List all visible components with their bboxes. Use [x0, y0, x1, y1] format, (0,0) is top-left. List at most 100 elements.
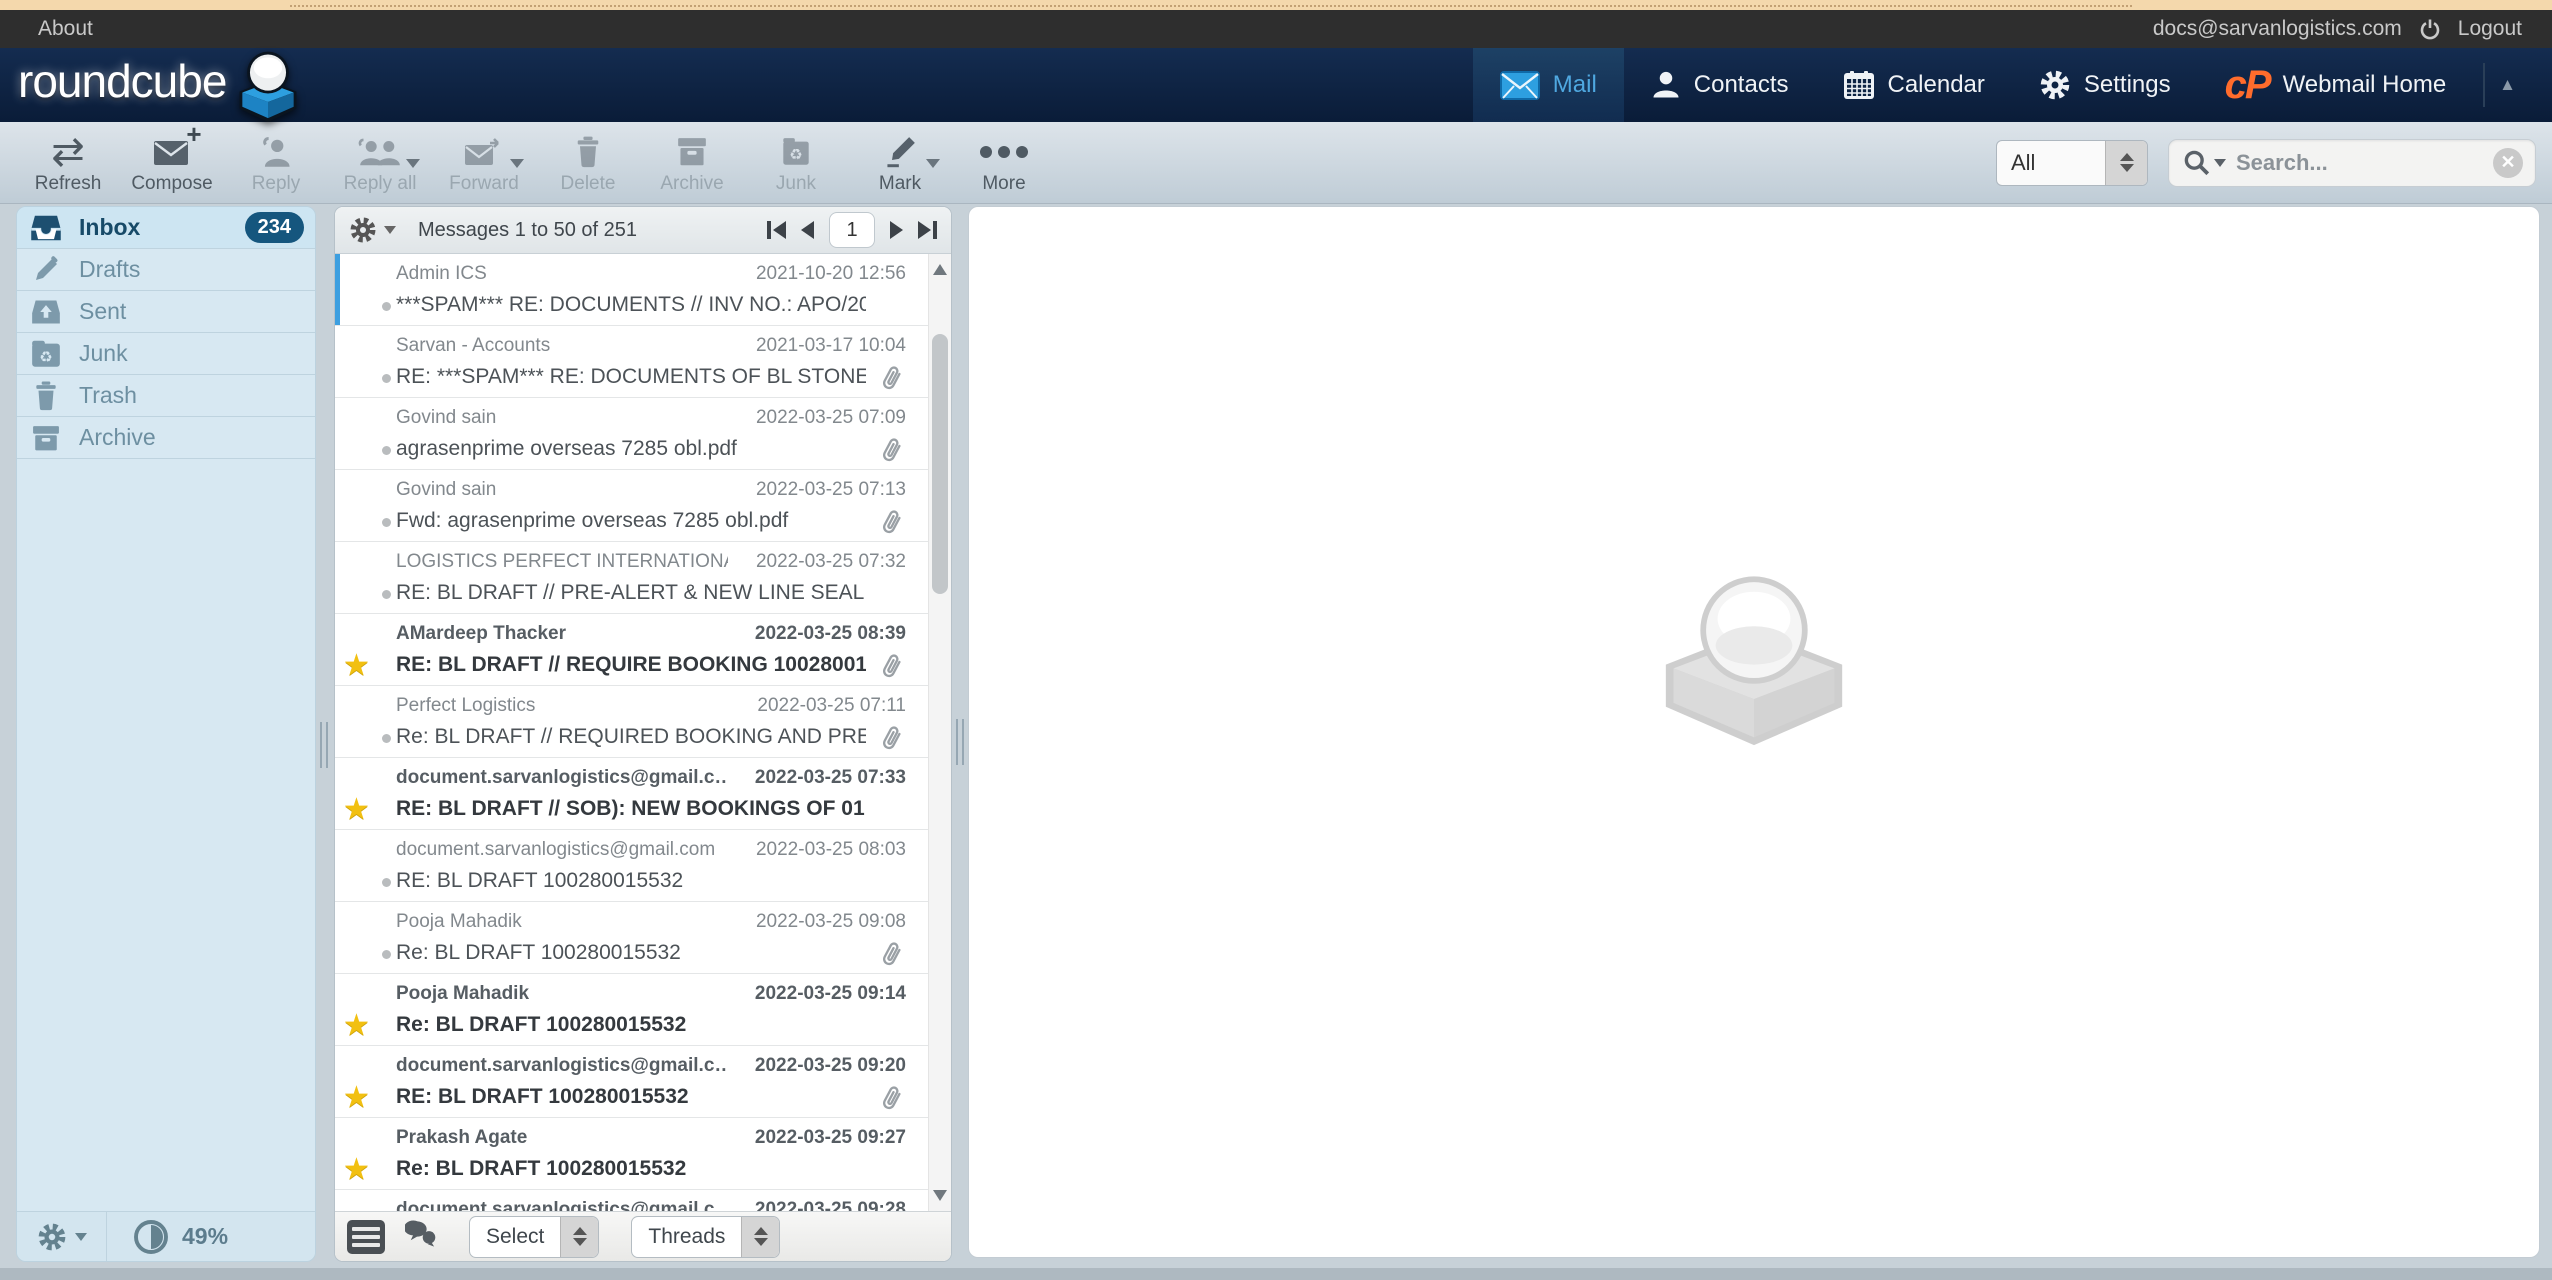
- read-dot-icon[interactable]: [382, 518, 391, 527]
- folder-sent-label: Sent: [79, 298, 126, 325]
- refresh-icon: ⇄: [51, 131, 85, 173]
- nav-calendar[interactable]: Calendar: [1816, 48, 2012, 122]
- scrollbar-thumb[interactable]: [932, 334, 948, 594]
- quota-circle-icon: [133, 1219, 169, 1255]
- compose-button[interactable]: + Compose: [120, 125, 224, 201]
- flag-star-icon[interactable]: ★: [343, 1008, 370, 1043]
- message-row[interactable]: ★ Govind sain 2022-03-25 07:09 agrasenpr…: [335, 398, 928, 470]
- nav-mail[interactable]: Mail: [1473, 48, 1624, 122]
- search-input[interactable]: [2236, 150, 2493, 176]
- roundcube-watermark-icon: [1639, 560, 1869, 779]
- more-button[interactable]: More: [952, 125, 1056, 201]
- read-dot-icon[interactable]: [382, 302, 391, 311]
- collapse-arrow-icon[interactable]: ▲: [2499, 75, 2516, 95]
- message-row[interactable]: ★ LOGISTICS PERFECT INTERNATIONAL 2022-0…: [335, 542, 928, 614]
- folder-drafts[interactable]: Drafts: [17, 249, 315, 291]
- message-row[interactable]: ★ document.sarvanlogistics@gmail.c… 2022…: [335, 1046, 928, 1118]
- message-subject: RE: ***SPAM*** RE: DOCUMENTS OF BL STONE…: [396, 365, 866, 389]
- sidebar-splitter-handle[interactable]: [320, 722, 328, 768]
- page-number-input[interactable]: [829, 212, 875, 248]
- message-row[interactable]: ★ document.sarvanlogistics@gmail.c… 2022…: [335, 1190, 928, 1211]
- message-row[interactable]: ★ AMardeep Thacker 2022-03-25 08:39 RE: …: [335, 614, 928, 686]
- nav-settings[interactable]: Settings: [2012, 48, 2198, 122]
- message-sender: LOGISTICS PERFECT INTERNATIONAL: [396, 551, 728, 573]
- last-page-button[interactable]: [918, 221, 937, 239]
- junk-button[interactable]: ♻ Junk: [744, 125, 848, 201]
- delete-button[interactable]: Delete: [536, 125, 640, 201]
- attachment-paperclip-icon: [880, 724, 904, 757]
- message-rows-viewport: ★ Admin ICS 2021-10-20 12:56 ***SPAM*** …: [335, 254, 951, 1211]
- list-view-mode-icon[interactable]: [347, 1220, 385, 1254]
- next-page-button[interactable]: [890, 221, 903, 239]
- first-page-button[interactable]: [767, 221, 786, 239]
- message-subject: Re: BL DRAFT // REQUIRED BOOKING AND PRE…: [396, 725, 866, 749]
- list-options-button[interactable]: [349, 216, 396, 244]
- read-dot-icon[interactable]: [382, 734, 391, 743]
- select-dropdown[interactable]: Select: [469, 1216, 599, 1258]
- message-date: 2022-03-25 09:27: [755, 1127, 906, 1149]
- folder-junk[interactable]: ♻ Junk: [17, 333, 315, 375]
- threads-bubbles-icon[interactable]: [405, 1220, 437, 1253]
- reply-button[interactable]: Reply: [224, 125, 328, 201]
- prev-page-button[interactable]: [801, 221, 814, 239]
- search-clear-icon[interactable]: ✕: [2493, 148, 2523, 178]
- threads-dropdown[interactable]: Threads: [631, 1216, 780, 1258]
- folder-trash[interactable]: Trash: [17, 375, 315, 417]
- message-row[interactable]: ★ Pooja Mahadik 2022-03-25 09:08 Re: BL …: [335, 902, 928, 974]
- search-icon: [2183, 149, 2210, 176]
- message-subject: RE: BL DRAFT // PRE-ALERT & NEW LINE SEA…: [396, 581, 866, 605]
- message-row[interactable]: ★ Admin ICS 2021-10-20 12:56 ***SPAM*** …: [335, 254, 928, 326]
- read-dot-icon[interactable]: [382, 590, 391, 599]
- message-date: 2022-03-25 07:11: [757, 695, 906, 717]
- junk-icon: ♻: [781, 131, 811, 173]
- folder-actions-button[interactable]: [17, 1212, 107, 1261]
- message-row[interactable]: ★ Pooja Mahadik 2022-03-25 09:14 Re: BL …: [335, 974, 928, 1046]
- trash-icon: [30, 381, 62, 411]
- message-row[interactable]: ★ Prakash Agate 2022-03-25 09:27 Re: BL …: [335, 1118, 928, 1190]
- reply-all-button[interactable]: Reply all: [328, 125, 432, 201]
- folder-inbox[interactable]: Inbox 234: [17, 207, 315, 249]
- list-splitter-handle[interactable]: [956, 719, 964, 765]
- refresh-button[interactable]: ⇄ Refresh: [16, 125, 120, 201]
- flag-star-icon[interactable]: ★: [343, 1080, 370, 1115]
- sent-tray-icon: [30, 297, 62, 327]
- message-sender: Pooja Mahadik: [396, 983, 728, 1005]
- scope-filter-select[interactable]: All: [1996, 140, 2148, 186]
- forward-button[interactable]: Forward: [432, 125, 536, 201]
- message-date: 2022-03-25 07:13: [756, 479, 906, 501]
- message-count-status: Messages 1 to 50 of 251: [418, 219, 637, 242]
- message-row[interactable]: ★ document.sarvanlogistics@gmail.com 202…: [335, 830, 928, 902]
- flag-star-icon[interactable]: ★: [343, 648, 370, 683]
- read-dot-icon[interactable]: [382, 950, 391, 959]
- logout-link[interactable]: Logout: [2458, 17, 2522, 41]
- about-link[interactable]: About: [38, 17, 93, 41]
- search-box[interactable]: ✕: [2168, 139, 2536, 187]
- scroll-down-icon[interactable]: [933, 1190, 947, 1201]
- nav-contacts[interactable]: Contacts: [1624, 48, 1816, 122]
- list-scrollbar[interactable]: [928, 254, 951, 1211]
- mark-button[interactable]: Mark: [848, 125, 952, 201]
- archive-button[interactable]: Archive: [640, 125, 744, 201]
- read-dot-icon[interactable]: [382, 878, 391, 887]
- message-list-footer: Select Threads: [335, 1211, 951, 1261]
- folder-sent[interactable]: Sent: [17, 291, 315, 333]
- read-dot-icon[interactable]: [382, 446, 391, 455]
- junk-recycle-icon: ♻: [30, 339, 62, 369]
- folder-archive[interactable]: Archive: [17, 417, 315, 459]
- message-row[interactable]: ★ Perfect Logistics 2022-03-25 07:11 Re:…: [335, 686, 928, 758]
- person-icon: [1651, 70, 1681, 100]
- mark-label: Mark: [879, 173, 921, 195]
- flag-star-icon[interactable]: ★: [343, 1152, 370, 1187]
- mark-pencil-icon: [884, 131, 916, 173]
- search-options-caret-icon[interactable]: [2214, 159, 2226, 167]
- flag-star-icon[interactable]: ★: [343, 792, 370, 827]
- message-row[interactable]: ★ Sarvan - Accounts 2021-03-17 10:04 RE:…: [335, 326, 928, 398]
- message-row[interactable]: ★ document.sarvanlogistics@gmail.c… 2022…: [335, 758, 928, 830]
- mail-preview-pane: [968, 206, 2540, 1258]
- read-dot-icon[interactable]: [382, 374, 391, 383]
- message-row[interactable]: ★ Govind sain 2022-03-25 07:13 Fwd: agra…: [335, 470, 928, 542]
- message-sender: Admin ICS: [396, 263, 728, 285]
- scroll-up-icon[interactable]: [933, 264, 947, 275]
- nav-calendar-label: Calendar: [1888, 71, 1985, 99]
- nav-webmail-home[interactable]: cP Webmail Home: [2198, 48, 2474, 122]
